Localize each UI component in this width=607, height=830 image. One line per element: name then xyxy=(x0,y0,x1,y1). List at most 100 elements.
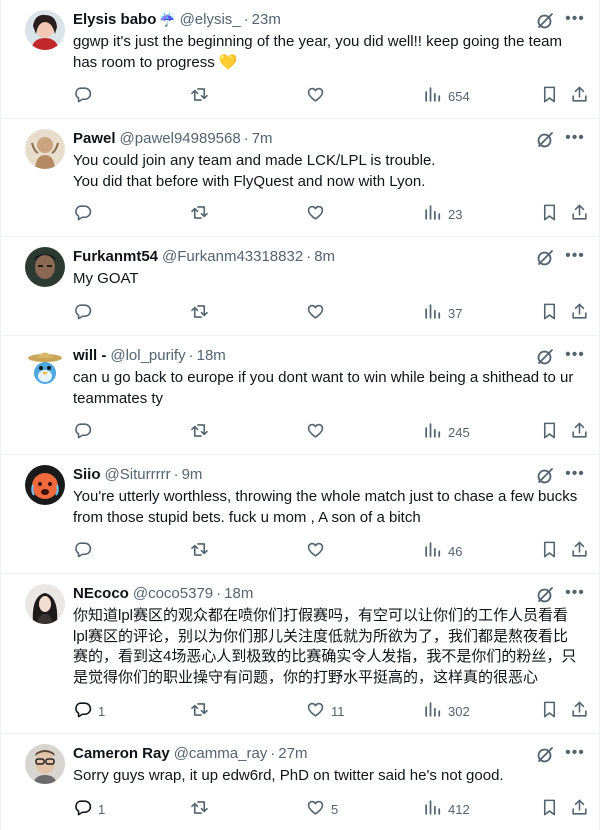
share-button[interactable] xyxy=(570,302,589,324)
bookmark-button[interactable] xyxy=(540,203,559,225)
share-button[interactable] xyxy=(570,540,589,562)
bookmark-button[interactable] xyxy=(540,540,559,562)
author-handle[interactable]: @Furkanm43318832 xyxy=(162,248,303,265)
author-handle[interactable]: @Siturrrrr xyxy=(105,466,171,483)
more-icon[interactable]: ••• xyxy=(565,247,585,267)
reply-button[interactable] xyxy=(73,421,98,443)
tweet[interactable]: Furkanmt54 @Furkanm43318832 · 8m ••• My GOA… xyxy=(1,237,599,336)
retweet-button[interactable] xyxy=(190,798,215,820)
timestamp[interactable]: 27m xyxy=(278,745,307,762)
share-icon xyxy=(570,540,589,562)
reply-button[interactable] xyxy=(73,85,98,107)
action-bar: 37 xyxy=(73,302,587,324)
grok-icon[interactable] xyxy=(535,248,555,268)
timestamp[interactable]: 8m xyxy=(314,248,335,265)
author-name[interactable]: Elysis babo xyxy=(73,11,156,28)
author-handle[interactable]: @lol_purify xyxy=(110,347,185,364)
more-icon[interactable]: ••• xyxy=(565,346,585,366)
bookmark-button[interactable] xyxy=(540,85,559,107)
like-button[interactable]: 5 xyxy=(306,798,338,820)
timestamp[interactable]: 9m xyxy=(182,466,203,483)
more-icon[interactable]: ••• xyxy=(565,10,585,30)
views-icon xyxy=(423,700,442,722)
share-button[interactable] xyxy=(570,421,589,443)
retweet-button[interactable] xyxy=(190,540,215,562)
views-button[interactable]: 23 xyxy=(423,203,462,225)
reply-button[interactable] xyxy=(73,203,98,225)
reply-button[interactable]: 1 xyxy=(73,798,105,820)
like-button[interactable] xyxy=(306,421,331,443)
views-button[interactable]: 654 xyxy=(423,85,470,107)
avatar[interactable] xyxy=(25,247,65,287)
tweet[interactable]: Siio @Siturrrrr · 9m ••• You're utterly wor… xyxy=(1,455,599,574)
like-button[interactable] xyxy=(306,302,331,324)
views-button[interactable]: 46 xyxy=(423,540,462,562)
author-name[interactable]: Furkanmt54 xyxy=(73,248,158,265)
more-icon[interactable]: ••• xyxy=(565,129,585,149)
author-name[interactable]: NEcoco xyxy=(73,585,129,602)
author-handle[interactable]: @camma_ray xyxy=(174,745,268,762)
more-icon[interactable]: ••• xyxy=(565,584,585,604)
author-name[interactable]: Siio xyxy=(73,466,101,483)
reply-button[interactable] xyxy=(73,540,98,562)
author-name[interactable]: will - xyxy=(73,347,106,364)
more-icon[interactable]: ••• xyxy=(565,465,585,485)
like-icon xyxy=(306,85,325,107)
retweet-button[interactable] xyxy=(190,421,215,443)
separator-dot: · xyxy=(243,11,249,28)
avatar[interactable] xyxy=(25,129,65,169)
retweet-button[interactable] xyxy=(190,302,215,324)
reply-button[interactable]: 1 xyxy=(73,700,105,722)
more-icon[interactable]: ••• xyxy=(565,744,585,764)
like-button[interactable]: 11 xyxy=(306,700,345,722)
share-button[interactable] xyxy=(570,700,589,722)
timestamp[interactable]: 18m xyxy=(224,585,253,602)
share-button[interactable] xyxy=(570,798,589,820)
tweet[interactable]: will - @lol_purify · 18m ••• can u go back … xyxy=(1,336,599,455)
timestamp[interactable]: 23m xyxy=(252,11,281,28)
tweet[interactable]: Cameron Ray @camma_ray · 27m ••• Sorry guys… xyxy=(1,734,599,830)
like-button[interactable] xyxy=(306,203,331,225)
grok-icon[interactable] xyxy=(535,585,555,605)
timestamp[interactable]: 18m xyxy=(197,347,226,364)
share-button[interactable] xyxy=(570,203,589,225)
avatar[interactable] xyxy=(25,465,65,505)
grok-icon[interactable] xyxy=(535,130,555,150)
views-button[interactable]: 412 xyxy=(423,798,470,820)
like-button[interactable] xyxy=(306,540,331,562)
tweet[interactable]: Elysis babo ☔ @elysis_ · 23m ••• ggwp it's j… xyxy=(1,0,599,119)
views-button[interactable]: 302 xyxy=(423,700,470,722)
reply-button[interactable] xyxy=(73,302,98,324)
grok-icon[interactable] xyxy=(535,11,555,31)
share-button[interactable] xyxy=(570,85,589,107)
avatar[interactable] xyxy=(25,584,65,624)
action-bar: 1 11 302 xyxy=(73,700,587,722)
tweet[interactable]: NEcoco @coco5379 · 18m ••• 你知道lpl赛区的观众都在喷你们… xyxy=(1,574,599,734)
tweet-text-line: You did that before with FlyQuest and no… xyxy=(73,172,426,190)
bookmark-button[interactable] xyxy=(540,700,559,722)
author-handle[interactable]: @coco5379 xyxy=(133,585,213,602)
like-icon xyxy=(306,302,325,324)
like-button[interactable] xyxy=(306,85,331,107)
views-button[interactable]: 37 xyxy=(423,302,462,324)
retweet-button[interactable] xyxy=(190,203,215,225)
view-count: 37 xyxy=(448,305,463,321)
retweet-button[interactable] xyxy=(190,700,215,722)
views-button[interactable]: 245 xyxy=(423,421,470,443)
author-handle[interactable]: @elysis_ xyxy=(180,11,241,28)
author-name[interactable]: Cameron Ray xyxy=(73,745,170,762)
tweet[interactable]: Pawel @pawel94989568 · 7m ••• You could joi… xyxy=(1,119,599,237)
avatar[interactable] xyxy=(25,10,65,50)
avatar[interactable] xyxy=(25,346,65,386)
author-handle[interactable]: @pawel94989568 xyxy=(120,130,241,147)
avatar[interactable] xyxy=(25,744,65,784)
bookmark-button[interactable] xyxy=(540,421,559,443)
author-name[interactable]: Pawel xyxy=(73,130,116,147)
grok-icon[interactable] xyxy=(535,466,555,486)
timestamp[interactable]: 7m xyxy=(252,130,273,147)
retweet-button[interactable] xyxy=(190,85,215,107)
grok-icon[interactable] xyxy=(535,347,555,367)
bookmark-button[interactable] xyxy=(540,302,559,324)
bookmark-button[interactable] xyxy=(540,798,559,820)
grok-icon[interactable] xyxy=(535,745,555,765)
